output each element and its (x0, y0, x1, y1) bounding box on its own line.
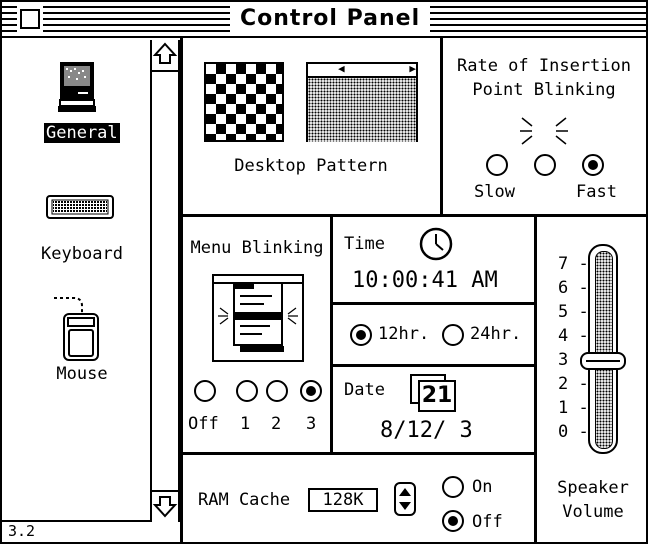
mac-computer-icon (58, 62, 96, 112)
date-value[interactable]: 8/12/ 3 (380, 418, 473, 443)
sidebar-item-label: Keyboard (41, 244, 123, 264)
pattern-preview[interactable]: ◀ ▶ (306, 62, 418, 142)
close-box[interactable] (20, 9, 40, 29)
time-24hr-radio[interactable] (442, 324, 464, 346)
ram-cache-off-label: Off (472, 512, 503, 532)
menu-blink-radio-3[interactable] (300, 380, 322, 402)
menu-blink-label-2: 2 (271, 414, 282, 434)
menu-blink-radio-2[interactable] (266, 380, 288, 402)
blink-rate-radio-2[interactable] (534, 154, 556, 176)
volume-tick-1: 1 - (558, 398, 589, 418)
version-label: 3.2 (8, 522, 36, 540)
pattern-next-arrow[interactable]: ▶ (409, 62, 416, 75)
menu-blink-radio-off[interactable] (194, 380, 216, 402)
clock-icon (419, 227, 453, 261)
mouse-icon (54, 297, 99, 361)
time-label: Time (344, 234, 385, 254)
ram-cache-size-field[interactable]: 128K (308, 488, 378, 512)
volume-tick-0: 0 - (558, 422, 589, 442)
volume-slider-track[interactable] (588, 244, 618, 454)
desktop-pattern-label: Desktop Pattern (234, 156, 388, 176)
time-12hr-radio[interactable] (350, 324, 372, 346)
pattern-editor[interactable] (204, 62, 284, 142)
date-label: Date (344, 380, 385, 400)
down-arrow-icon (152, 496, 178, 518)
volume-tick-5: 5 - (558, 302, 589, 322)
sidebar-item-label: Mouse (56, 364, 108, 384)
menu-blink-label-1: 1 (240, 414, 251, 434)
sidebar-scrollbar[interactable] (150, 40, 180, 522)
blink-rate-slow-label: Slow (474, 182, 515, 202)
volume-tick-6: 6 - (558, 278, 589, 298)
blink-rate-radio-3[interactable] (582, 154, 604, 176)
blink-rate-radio-1[interactable] (486, 154, 508, 176)
time-12hr-label: 12hr. (378, 324, 430, 344)
control-panel-window: Control Panel General Keyboard Mouse 3.2… (0, 0, 648, 544)
ram-cache-label: RAM Cache (198, 490, 291, 510)
blink-rate-fast-label: Fast (576, 182, 617, 202)
menu-blink-icon (212, 274, 304, 362)
window-title: Control Panel (230, 4, 431, 34)
time-24hr-label: 24hr. (470, 324, 522, 344)
pattern-prev-arrow[interactable]: ◀ (338, 62, 345, 75)
menu-blink-label-3: 3 (306, 414, 317, 434)
ram-cache-off-radio[interactable] (442, 510, 464, 532)
speaker-label-1: Speaker (557, 478, 629, 498)
volume-tick-4: 4 - (558, 326, 589, 346)
volume-tick-7: 7 - (558, 254, 589, 274)
ram-cache-on-radio[interactable] (442, 476, 464, 498)
menu-blinking-title: Menu Blinking (190, 238, 324, 258)
volume-slider-knob[interactable] (580, 352, 626, 370)
insertion-point-icon (520, 117, 568, 145)
keyboard-icon (46, 195, 114, 219)
scroll-down-button[interactable] (152, 490, 178, 522)
menu-blink-radio-1[interactable] (236, 380, 258, 402)
title-bar[interactable]: Control Panel (2, 2, 646, 38)
calendar-icon: 21 (410, 374, 456, 412)
sidebar-item-label: General (44, 123, 120, 143)
scroll-up-button[interactable] (152, 40, 178, 72)
blink-rate-title-2: Point Blinking (472, 80, 616, 100)
menu-blink-label-off: Off (188, 414, 219, 434)
ram-cache-on-label: On (472, 477, 493, 497)
ram-cache-stepper[interactable] (394, 482, 416, 516)
volume-tick-2: 2 - (558, 374, 589, 394)
up-arrow-icon (152, 42, 178, 64)
stepper-arrows-icon (399, 488, 411, 510)
speaker-label-2: Volume (562, 502, 624, 522)
blink-rate-title-1: Rate of Insertion (457, 56, 631, 76)
time-value[interactable]: 10:00:41 AM (352, 268, 498, 293)
